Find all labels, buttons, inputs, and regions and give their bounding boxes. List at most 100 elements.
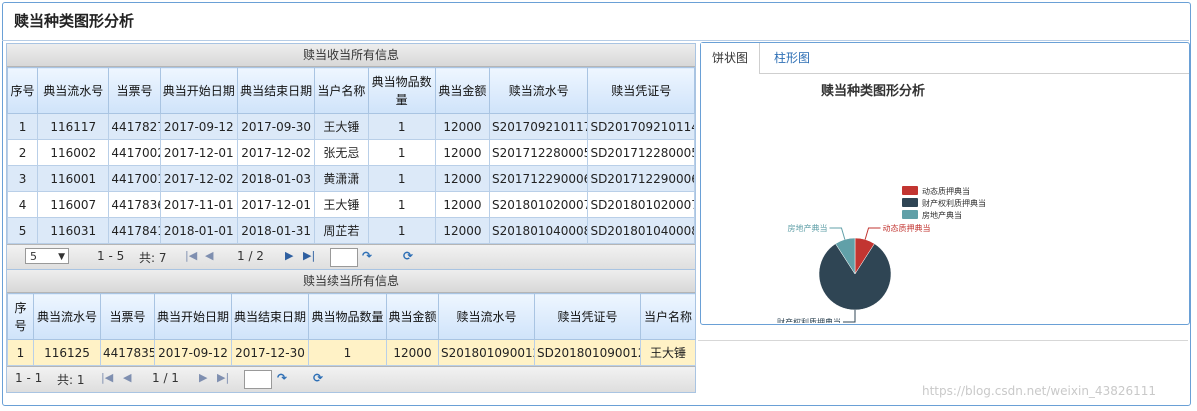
table-row[interactable]: 4 116007 4417836 2017-11-01 2017-12-01 王大锤 1 12… <box>6 191 695 218</box>
page-size-select[interactable]: 5 ▼ <box>25 248 69 264</box>
column-header[interactable]: 典当金额 <box>434 67 491 114</box>
table-cell: 12000 <box>434 217 491 244</box>
title-divider <box>2 40 1189 41</box>
table-cell: 王大锤 <box>640 339 696 366</box>
table-cell: 王大锤 <box>314 113 369 140</box>
table-cell: 1 <box>367 139 436 166</box>
refresh-icon[interactable]: ⟳ <box>313 371 323 385</box>
legend-swatch[interactable] <box>902 198 918 207</box>
column-header[interactable]: 赎当凭证号 <box>587 67 695 114</box>
table-cell: 4417841 <box>108 217 161 244</box>
column-header[interactable]: 典当物品数量 <box>308 293 387 340</box>
column-header[interactable]: 当户名称 <box>314 67 369 114</box>
tab-pie[interactable]: 饼状图 <box>701 43 761 74</box>
chart-panel: 饼状图 柱形图 赎当种类图形分析 动态质押典当 财产权利质押典当 房地产典当 动态质押… <box>700 42 1190 325</box>
page-number-input[interactable] <box>244 370 272 389</box>
pie-data-label: 房地产典当 <box>787 223 827 233</box>
watermark: https://blog.csdn.net/weixin_43826111 <box>922 384 1157 398</box>
table-cell: 116007 <box>37 191 110 218</box>
table-cell: 1 <box>367 165 436 192</box>
table-cell: 2017-12-30 <box>231 339 309 366</box>
table-row[interactable]: 1 116125 4417835 2017-09-12 2017-12-30 1 12000… <box>7 339 696 366</box>
column-header[interactable]: 典当结束日期 <box>231 293 309 340</box>
pager-page: 1 / 1 <box>152 371 179 385</box>
pie-chart: 动态质押典当财产权利质押典当房地产典当动态质押典当财产权利质押典当房地产典当 <box>777 186 986 323</box>
table-cell: 4 <box>6 191 39 218</box>
tab-bar[interactable]: 柱形图 <box>763 43 821 73</box>
column-header[interactable]: 序号 <box>7 293 34 340</box>
column-header[interactable]: 当票号 <box>108 67 161 114</box>
column-header[interactable]: 典当物品数量 <box>367 67 436 114</box>
go-icon[interactable]: ↷ <box>362 249 372 263</box>
table-cell: S201712280005 <box>489 139 589 166</box>
column-header[interactable]: 赎当流水号 <box>489 67 589 114</box>
refresh-icon[interactable]: ⟳ <box>403 249 413 263</box>
last-page-icon[interactable]: ▶| <box>303 249 315 262</box>
prev-page-icon[interactable]: ◀ <box>205 249 213 262</box>
table-cell: 116001 <box>37 165 110 192</box>
table-cell: 4417835 <box>100 339 155 366</box>
table-cell: 1 <box>6 113 39 140</box>
next-page-icon[interactable]: ▶ <box>285 249 293 262</box>
column-header[interactable]: 典当开始日期 <box>154 293 232 340</box>
first-page-icon[interactable]: |◀ <box>101 371 113 384</box>
legend-label[interactable]: 动态质押典当 <box>922 186 970 196</box>
table-cell: SD201801040008 <box>587 217 695 244</box>
grid-caption: 赎当收当所有信息 <box>7 44 695 67</box>
page-title: 赎当种类图形分析 <box>14 12 135 30</box>
grid-caption: 赎当续当所有信息 <box>7 270 695 293</box>
table-row[interactable]: 3 116001 4417001 2017-12-02 2018-01-03 黄潇潇 1 12… <box>6 165 695 192</box>
redeem-renew-grid: 赎当续当所有信息 序号 典当流水号 当票号 典当开始日期 典当结束日期 典当物品数量 典当金… <box>6 269 696 393</box>
pie-data-label: 财产权利质押典当 <box>777 317 841 323</box>
column-header[interactable]: 当票号 <box>100 293 155 340</box>
table-row[interactable]: 5 116031 4417841 2018-01-01 2018-01-31 周芷若 1 12… <box>6 217 695 244</box>
column-header[interactable]: 典当流水号 <box>37 67 110 114</box>
table-cell: 5 <box>6 217 39 244</box>
legend-label[interactable]: 房地产典当 <box>922 210 962 220</box>
table-cell: 4417001 <box>108 165 161 192</box>
legend-label[interactable]: 财产权利质押典当 <box>922 198 986 208</box>
pie-label-line <box>864 227 881 240</box>
chart-tabs: 饼状图 柱形图 <box>701 43 1189 74</box>
legend-swatch[interactable] <box>902 186 918 195</box>
grid-table: 序号 典当流水号 当票号 典当开始日期 典当结束日期 典当物品数量 典当金额 赎当流水号 赎当凭… <box>7 293 696 366</box>
table-cell: 1 <box>308 339 387 366</box>
column-header[interactable]: 典当金额 <box>386 293 439 340</box>
go-icon[interactable]: ↷ <box>277 371 287 385</box>
pie-label-line <box>829 227 846 240</box>
grid-table: 序号 典当流水号 当票号 典当开始日期 典当结束日期 当户名称 典当物品数量 典当金额 赎当流水… <box>6 67 695 244</box>
column-header[interactable]: 赎当流水号 <box>438 293 535 340</box>
table-cell: S201709210117 <box>489 113 589 140</box>
last-page-icon[interactable]: ▶| <box>217 371 229 384</box>
column-header[interactable]: 当户名称 <box>640 293 696 340</box>
table-cell: 12000 <box>434 113 491 140</box>
table-cell: SD201712280005 <box>587 139 695 166</box>
pager-total: 共: 1 <box>57 373 85 387</box>
column-header[interactable]: 序号 <box>6 67 39 114</box>
table-cell: 2018-01-31 <box>236 217 316 244</box>
pie-data-label: 动态质押典当 <box>883 223 931 233</box>
table-cell: 116125 <box>33 339 101 366</box>
column-header[interactable]: 典当流水号 <box>33 293 101 340</box>
table-cell: 2017-09-12 <box>154 339 232 366</box>
table-row[interactable]: 1 116117 4417827 2017-09-12 2017-09-30 王大锤 1 12… <box>6 113 695 140</box>
legend-swatch[interactable] <box>902 210 918 219</box>
page-number-input[interactable] <box>330 248 358 267</box>
table-cell: SD201709210114 <box>587 113 695 140</box>
pager-page: 1 / 2 <box>237 249 264 263</box>
table-cell: 2018-01-01 <box>159 217 238 244</box>
grid-pager: 1 - 1 共: 1 |◀ ◀ 1 / 1 ▶ ▶| ↷ ⟳ <box>7 366 695 392</box>
column-header[interactable]: 典当结束日期 <box>236 67 316 114</box>
table-cell: 116031 <box>37 217 110 244</box>
table-cell: 3 <box>6 165 39 192</box>
table-cell: S201801090012 <box>438 339 535 366</box>
table-cell: 12000 <box>386 339 439 366</box>
first-page-icon[interactable]: |◀ <box>185 249 197 262</box>
column-header[interactable]: 典当开始日期 <box>159 67 238 114</box>
next-page-icon[interactable]: ▶ <box>199 371 207 384</box>
table-cell: 4417827 <box>108 113 161 140</box>
prev-page-icon[interactable]: ◀ <box>123 371 131 384</box>
table-row[interactable]: 2 116002 4417002 2017-12-01 2017-12-02 张无忌 1 12… <box>6 139 695 166</box>
column-header[interactable]: 赎当凭证号 <box>534 293 641 340</box>
pager-total: 共: 7 <box>139 251 167 265</box>
